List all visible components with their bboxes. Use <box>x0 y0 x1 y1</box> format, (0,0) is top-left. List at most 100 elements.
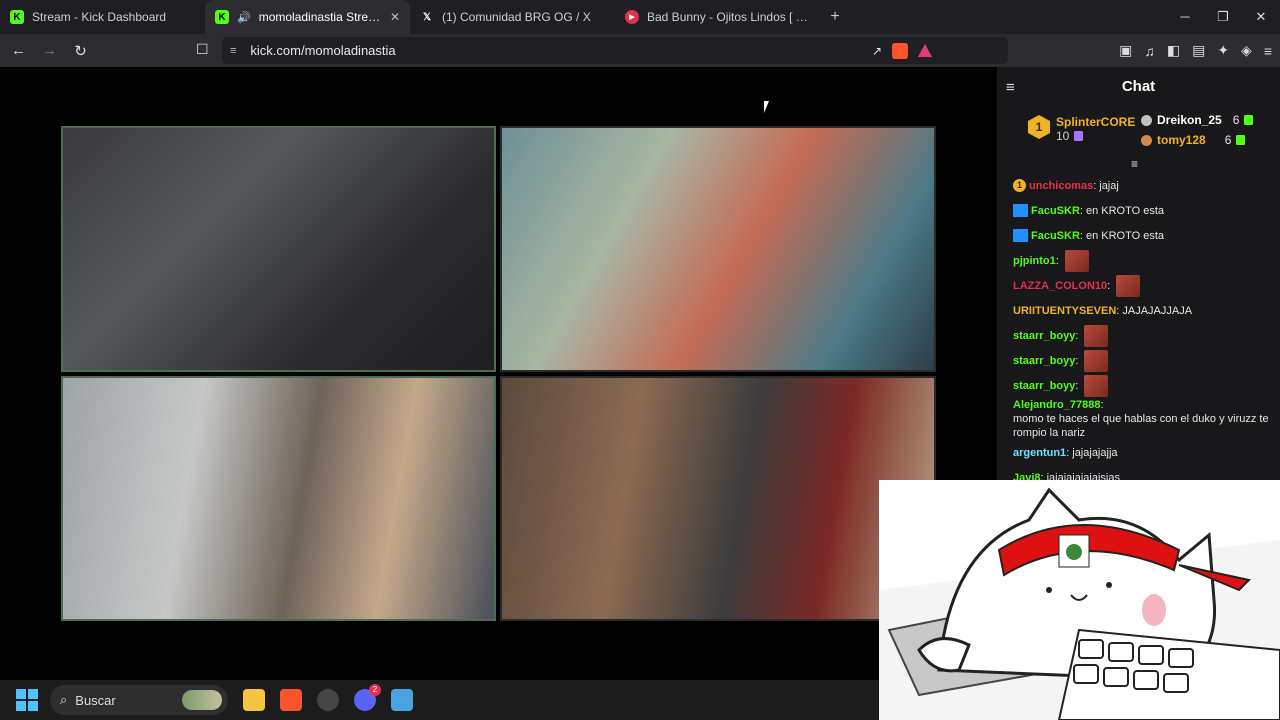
x-icon: 𝕏 <box>422 11 432 23</box>
chat-username[interactable]: Alejandro_77888 <box>1013 398 1100 412</box>
sidebar-icon[interactable]: ◧ <box>1167 42 1180 59</box>
screenshot-icon[interactable]: ▣ <box>1119 42 1132 59</box>
chat-separator: : <box>1075 329 1079 342</box>
scroll-to-bottom-icon[interactable]: ≡ <box>1131 157 1138 171</box>
chat-message: staarr_boyy: <box>1013 323 1270 348</box>
minimize-icon[interactable]: ─ <box>1166 0 1204 34</box>
reload-icon[interactable]: ↻ <box>68 42 93 60</box>
chat-separator: : <box>1079 229 1083 242</box>
chat-username[interactable]: FacuSKR <box>1031 229 1080 243</box>
leader-count: 10 <box>1056 129 1070 143</box>
chat-text: JAJAJAJJAJA <box>1122 304 1193 317</box>
tab-kick-dashboard[interactable]: K Stream - Kick Dashboard <box>0 0 205 34</box>
vpn-icon[interactable]: ◈ <box>1241 42 1252 59</box>
chat-message: staarr_boyy: <box>1013 348 1270 373</box>
chat-separator: : <box>1066 446 1070 459</box>
windows-start-icon[interactable] <box>16 689 38 711</box>
tab-title: momoladinastia Stream - Wat <box>258 10 382 24</box>
video-player[interactable] <box>0 67 997 680</box>
chat-emote <box>1084 349 1109 372</box>
leader-name: SplinterCORE <box>1056 115 1136 129</box>
chat-text: jajajajajja <box>1072 446 1118 459</box>
kick-icon: K <box>215 10 229 24</box>
back-icon[interactable]: ← <box>6 42 31 59</box>
leaderboard-first[interactable]: 1 SplinterCORE 10 <box>1028 115 1135 143</box>
tab-strip: K Stream - Kick Dashboard K 🔊 momoladina… <box>0 0 1280 34</box>
chat-text: jajaj <box>1099 179 1119 192</box>
notification-badge: 2 <box>369 684 381 696</box>
leader-count: 6 <box>1232 113 1240 127</box>
speaker-icon[interactable]: 🔊 <box>237 11 251 24</box>
leader-name: tomy128 <box>1157 133 1206 147</box>
kick-badge-icon <box>1013 229 1028 242</box>
bookmark-icon[interactable]: ☐ <box>196 41 209 58</box>
forward-icon[interactable]: → <box>37 42 62 59</box>
tab-title: Bad Bunny - Ojitos Lindos [ Letra/Lyr <box>647 10 810 24</box>
file-explorer-icon[interactable] <box>243 689 265 711</box>
bongo-cat-overlay <box>879 480 1280 720</box>
menu-icon[interactable]: ≡ <box>1264 43 1272 59</box>
chat-separator: : <box>1100 399 1104 411</box>
chat-message: LAZZA_COLON10: <box>1013 273 1270 298</box>
obs-icon[interactable] <box>317 689 339 711</box>
chat-separator: : <box>1093 179 1097 192</box>
camera-feed-top-left <box>61 126 496 372</box>
brave-browser-icon[interactable] <box>280 689 302 711</box>
url-text[interactable]: kick.com/momoladinastia <box>250 43 395 58</box>
tab-title: Stream - Kick Dashboard <box>32 10 167 24</box>
bronze-medal-icon <box>1141 134 1152 146</box>
chat-username[interactable]: URIITUENTYSEVEN <box>1013 304 1116 318</box>
chat-emote <box>1116 274 1141 297</box>
site-info-icon[interactable]: ≡ <box>230 45 236 57</box>
search-placeholder: Buscar <box>75 692 116 708</box>
camera-feed-bottom-left <box>61 376 496 621</box>
brave-rewards-icon[interactable] <box>918 44 932 57</box>
new-tab-button[interactable]: + <box>820 8 850 26</box>
search-highlight-image <box>182 690 222 710</box>
tab-youtube[interactable]: ▶ Bad Bunny - Ojitos Lindos [ Letra/Lyr <box>615 0 820 34</box>
discord-icon[interactable]: 2 <box>354 684 381 711</box>
chat-text: momo te haces el que hablas con el duko … <box>1013 413 1269 439</box>
leaderboard-third[interactable]: tomy128 6 <box>1141 133 1246 147</box>
media-icon[interactable]: ♫ <box>1144 43 1155 59</box>
tab-title: (1) Comunidad BRG OG / X <box>442 10 591 24</box>
close-window-icon[interactable]: ✕ <box>1242 0 1280 34</box>
notepad-icon[interactable] <box>391 689 413 711</box>
chat-text: en KROTO esta <box>1085 229 1165 242</box>
extensions-bar: ▣ ♫ ◧ ▤ ✦ ◈ ≡ <box>1119 34 1272 67</box>
chat-username[interactable]: staarr_boyy <box>1013 329 1075 343</box>
chat-username[interactable]: unchicomas <box>1029 179 1093 193</box>
chat-text: en KROTO esta <box>1085 204 1165 217</box>
mouse-cursor <box>764 101 769 113</box>
gold-medal-badge-icon: 1 <box>1013 179 1026 192</box>
chat-message: URIITUENTYSEVEN: JAJAJAJJAJA <box>1013 298 1270 323</box>
chat-username[interactable]: staarr_boyy <box>1013 354 1075 368</box>
chat-message: FacuSKR: en KROTO esta <box>1013 198 1270 223</box>
silver-medal-icon <box>1141 114 1152 126</box>
address-bar[interactable]: ≡ kick.com/momoladinastia ↗ <box>222 37 1008 64</box>
chat-username[interactable]: pjpinto1 <box>1013 254 1056 268</box>
chat-separator: : <box>1107 279 1111 292</box>
taskbar-search[interactable]: ⌕ Buscar <box>50 685 228 715</box>
leo-ai-icon[interactable]: ✦ <box>1217 42 1229 59</box>
tab-momoladinastia[interactable]: K 🔊 momoladinastia Stream - Wat ✕ <box>205 0 410 34</box>
chat-username[interactable]: argentun1 <box>1013 446 1066 460</box>
leaderboard-second[interactable]: Dreikon_25 6 <box>1141 113 1254 127</box>
chat-message: pjpinto1: <box>1013 248 1270 273</box>
share-icon[interactable]: ↗ <box>872 44 882 58</box>
chat-username[interactable]: LAZZA_COLON10 <box>1013 279 1107 293</box>
chat-message: staarr_boyy: <box>1013 373 1270 398</box>
navigation-bar: ← → ↻ ☐ ≡ kick.com/momoladinastia ↗ ▣ ♫ … <box>0 34 1280 67</box>
chat-emote <box>1084 374 1109 397</box>
chat-username[interactable]: FacuSKR <box>1031 204 1080 218</box>
restore-icon[interactable]: ❐ <box>1204 0 1242 34</box>
gold-medal-icon: 1 <box>1028 115 1050 139</box>
close-tab-icon[interactable]: ✕ <box>390 10 400 24</box>
leader-count: 6 <box>1224 133 1232 147</box>
camera-feed-top-right <box>500 126 936 372</box>
chat-username[interactable]: staarr_boyy <box>1013 379 1075 393</box>
brave-shields-icon[interactable] <box>892 42 908 59</box>
wallet-icon[interactable]: ▤ <box>1192 42 1205 59</box>
tab-comunidad-x[interactable]: 𝕏 (1) Comunidad BRG OG / X <box>410 0 615 34</box>
window-controls: ─ ❐ ✕ <box>1166 0 1280 34</box>
